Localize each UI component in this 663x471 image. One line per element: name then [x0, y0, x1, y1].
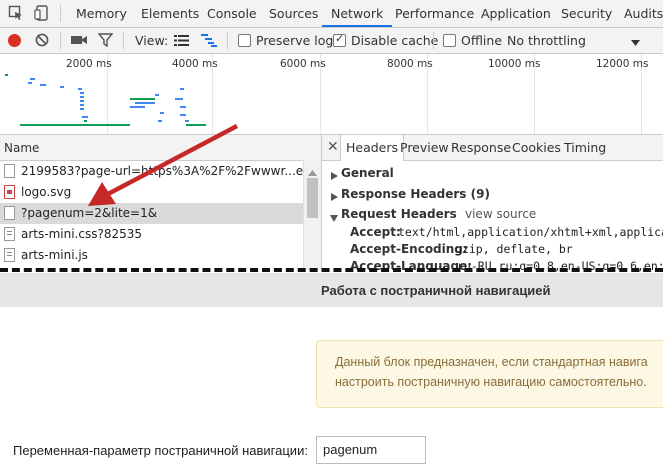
inspect-element-icon[interactable]	[8, 5, 24, 21]
disable-cache-label: Disable cache	[351, 33, 439, 48]
collapsed-triangle-icon[interactable]	[331, 190, 338, 204]
tab-memory[interactable]: Memory	[76, 0, 127, 27]
header-key: Accept:	[350, 225, 401, 239]
request-name: logo.svg	[21, 185, 72, 199]
request-row[interactable]: arts-mini.css?82535	[0, 224, 303, 245]
view-label: View:	[135, 33, 169, 48]
waterfall-bar	[155, 94, 159, 96]
tab-performance[interactable]: Performance	[395, 0, 474, 27]
general-section-header[interactable]: General	[341, 166, 394, 180]
tab-headers[interactable]: Headers	[340, 135, 405, 161]
list-view-icon[interactable]	[174, 35, 189, 46]
tab-preview[interactable]: Preview	[400, 135, 449, 160]
waterfall-bar	[30, 78, 35, 80]
tab-console[interactable]: Console	[207, 0, 257, 27]
offline-label: Offline	[461, 33, 503, 48]
param-label: Переменная-параметр постраничной навигац…	[13, 443, 308, 458]
waterfall-bar	[135, 102, 155, 104]
section-title: Работа с постраничной навигацией	[321, 283, 551, 298]
waterfall-bar	[40, 84, 46, 86]
notice-text: Данный блок предназначен, если стандартн…	[335, 355, 648, 369]
document-icon	[4, 164, 15, 178]
notice-box: Данный блок предназначен, если стандартн…	[316, 340, 663, 408]
request-name: arts-mini.css?82535	[21, 227, 142, 241]
scroll-up-arrow-icon[interactable]	[308, 165, 317, 179]
preserve-log-checkbox[interactable]	[238, 34, 251, 47]
waterfall-bar	[180, 114, 186, 116]
waterfall-bar	[160, 112, 164, 114]
header-value: gzip, deflate, br	[455, 242, 573, 256]
devtools-tab-bar: Memory Elements Console Sources Network …	[0, 0, 663, 28]
scrollbar-thumb[interactable]	[307, 178, 318, 218]
name-header-label: Name	[4, 141, 40, 155]
image-icon	[4, 185, 15, 199]
tab-application[interactable]: Application	[481, 0, 551, 27]
waterfall-bar	[180, 106, 186, 108]
preserve-log-label: Preserve log	[256, 33, 334, 48]
device-toolbar-icon[interactable]	[34, 5, 50, 21]
waterfall-bar	[5, 74, 8, 76]
response-headers-section-header[interactable]: Response Headers (9)	[341, 187, 490, 201]
header-value: text/html,application/xhtml+xml,applicat	[398, 225, 663, 239]
tab-security[interactable]: Security	[561, 0, 612, 27]
waterfall-bar	[60, 86, 64, 88]
tick-label: 2000 ms	[66, 58, 112, 70]
waterfall-bar	[78, 88, 82, 90]
tab-audits[interactable]: Audits	[624, 0, 663, 27]
tab-sources[interactable]: Sources	[269, 0, 318, 27]
collapsed-triangle-icon[interactable]	[331, 169, 338, 183]
network-toolbar: View: Preserve log Disable cache Offline…	[0, 28, 663, 54]
clear-icon[interactable]	[35, 33, 49, 47]
request-row[interactable]: arts-mini.js	[0, 245, 303, 266]
tick-label: 6000 ms	[280, 58, 326, 70]
waterfall-bar	[80, 96, 84, 98]
record-icon[interactable]	[8, 34, 21, 47]
request-list-scrollbar[interactable]	[303, 160, 321, 270]
waterfall-bar	[80, 104, 84, 106]
chevron-down-icon[interactable]	[631, 36, 640, 46]
stylesheet-icon	[4, 227, 15, 241]
details-tab-bar: ✕ Headers Preview Response Cookies Timin…	[322, 135, 663, 161]
tab-timing[interactable]: Timing	[564, 135, 606, 160]
close-icon[interactable]: ✕	[327, 139, 339, 155]
capture-screenshots-icon[interactable]	[71, 34, 87, 46]
request-headers-section-header[interactable]: Request Headers	[341, 207, 457, 221]
request-name: arts-mini.js	[21, 248, 88, 262]
tab-response[interactable]: Response	[451, 135, 511, 160]
throttling-select[interactable]: No throttling	[507, 28, 586, 53]
waterfall-view-icon[interactable]	[201, 34, 217, 47]
header-key: Accept-Encoding:	[350, 242, 468, 256]
panel-divider	[321, 135, 322, 270]
waterfall-bar	[82, 116, 88, 118]
annotation-arrow	[88, 124, 239, 206]
tab-network[interactable]: Network	[322, 0, 393, 27]
view-source-link[interactable]: view source	[465, 207, 536, 221]
waterfall-bar	[80, 92, 84, 94]
waterfall-bar	[180, 88, 184, 90]
expanded-triangle-icon[interactable]	[330, 211, 338, 225]
waterfall-bar	[130, 98, 155, 100]
disable-cache-checkbox[interactable]	[333, 32, 346, 47]
waterfall-bar	[80, 100, 84, 102]
offline-checkbox[interactable]	[443, 34, 456, 47]
tick-label: 8000 ms	[387, 58, 433, 70]
waterfall-bar	[175, 98, 183, 100]
pagenum-param-input[interactable]: pagenum	[316, 436, 426, 464]
tab-elements[interactable]: Elements	[141, 0, 199, 27]
tick-label: 10000 ms	[488, 58, 541, 70]
filter-icon[interactable]	[97, 33, 114, 48]
section-header-bar: Работа с постраничной навигацией	[0, 273, 663, 307]
notice-text: настроить постраничную навигацию самосто…	[335, 375, 647, 389]
document-icon	[4, 206, 15, 220]
tick-label: 4000 ms	[172, 58, 218, 70]
tab-cookies[interactable]: Cookies	[512, 135, 561, 160]
waterfall-bar	[80, 108, 84, 110]
waterfall-bar	[28, 82, 32, 84]
waterfall-bar	[130, 106, 145, 108]
script-icon	[4, 248, 15, 262]
tick-label: 12000 ms	[596, 58, 649, 70]
